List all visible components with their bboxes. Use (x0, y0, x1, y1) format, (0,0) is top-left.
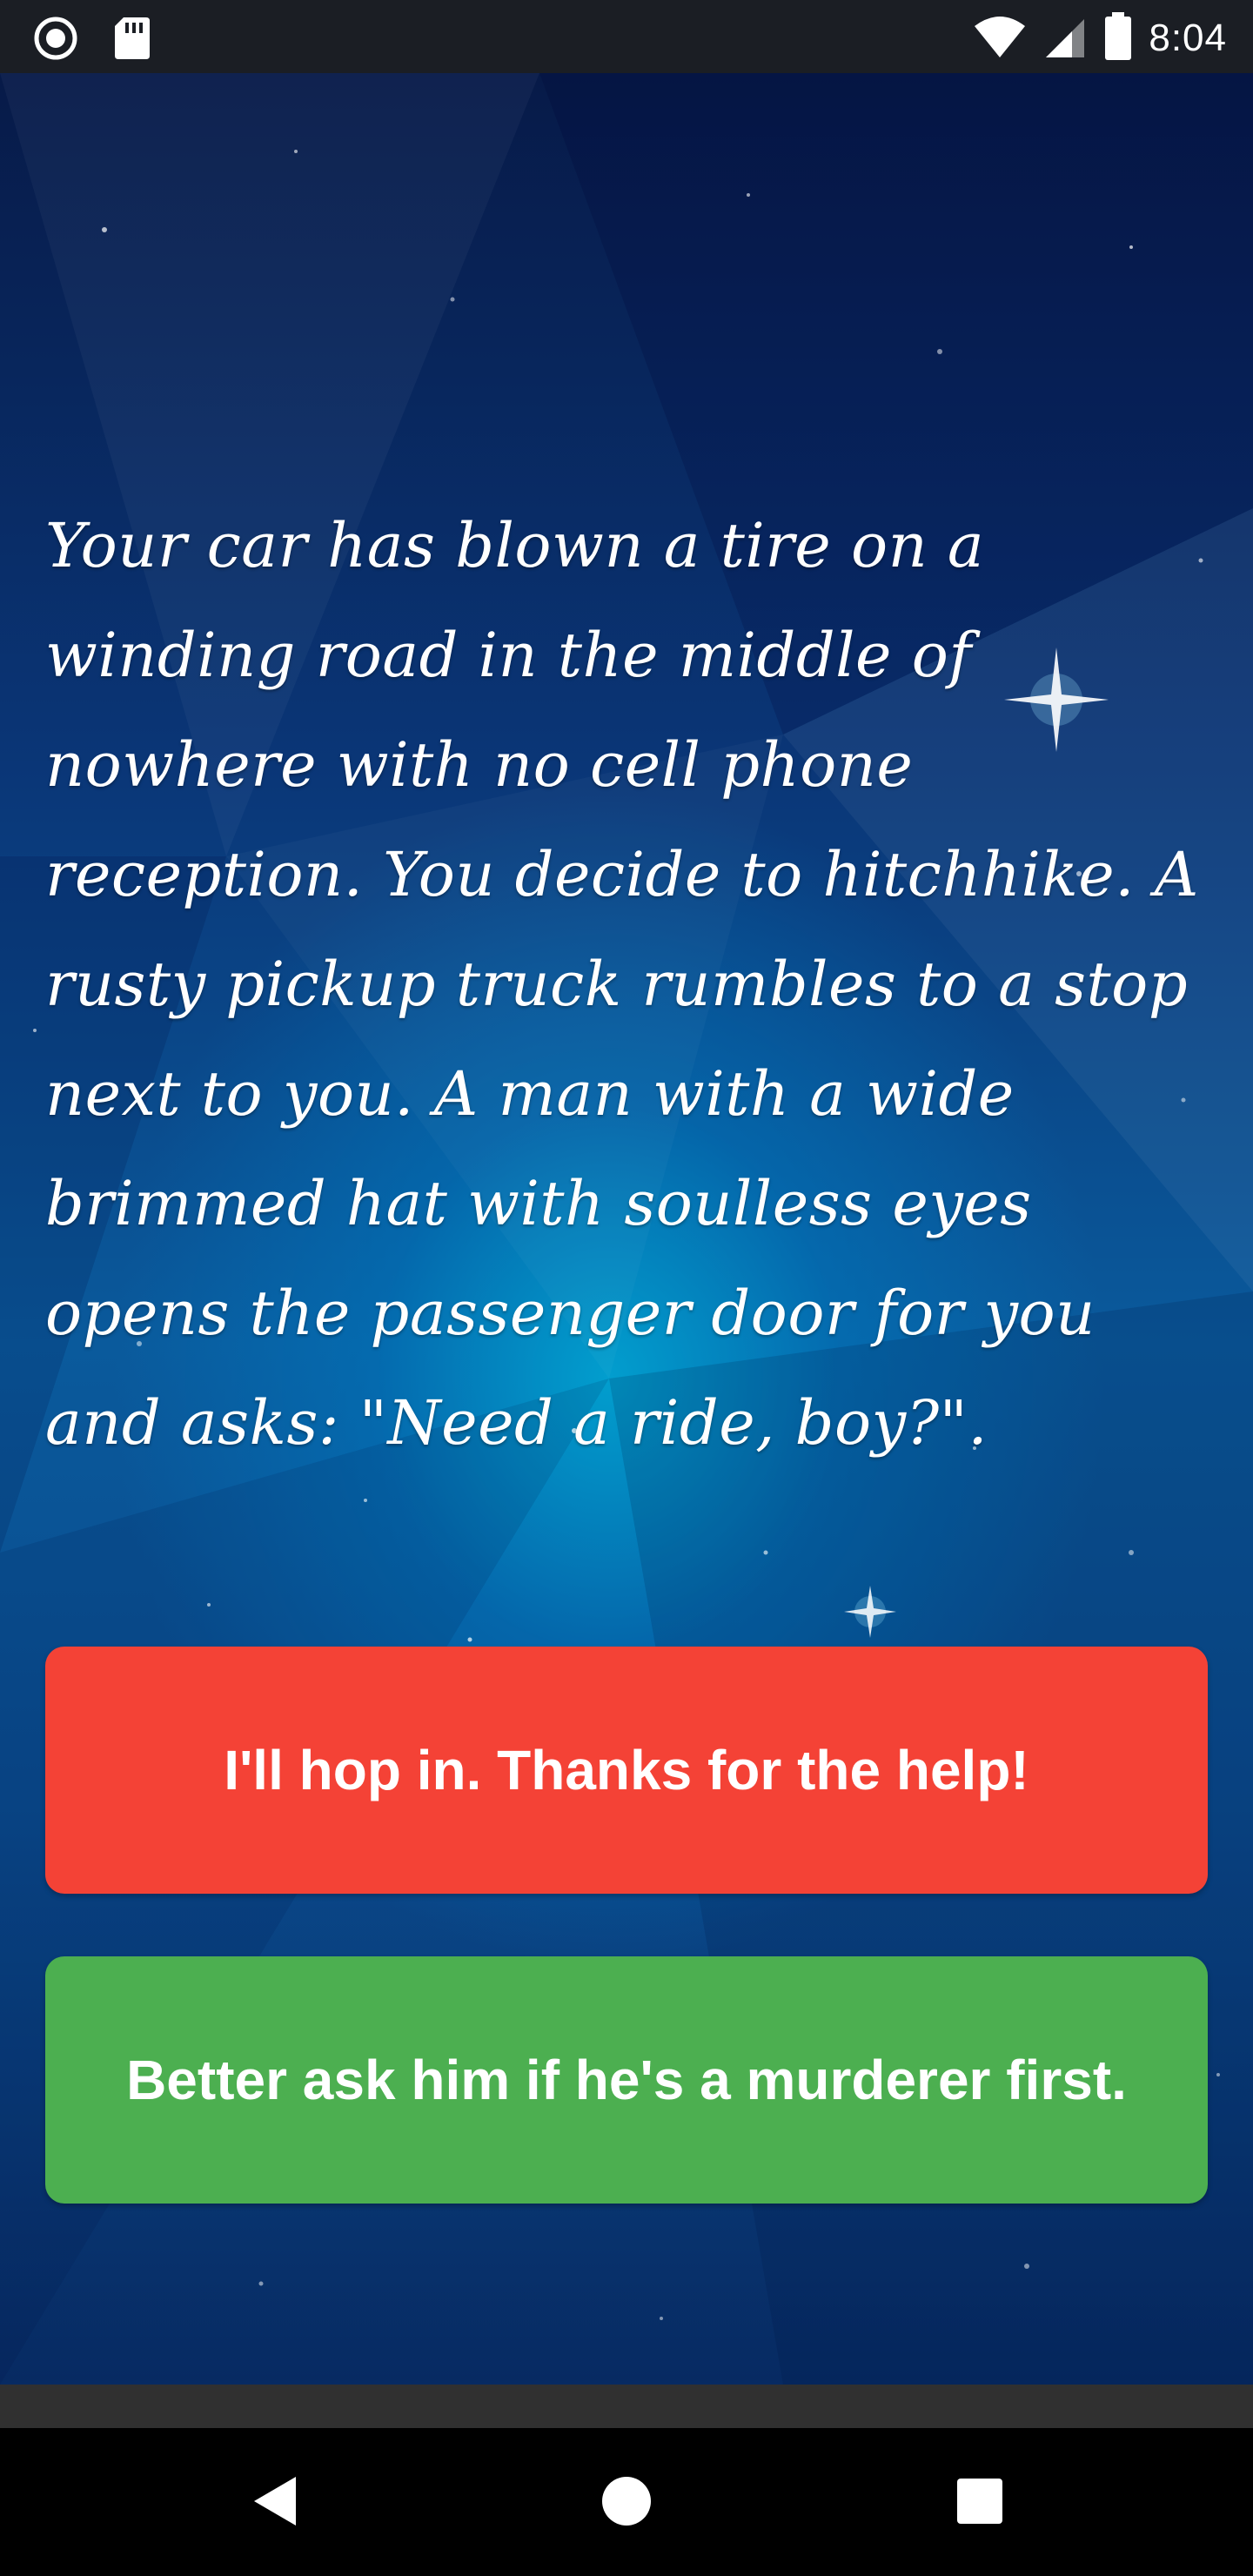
navigation-bar (0, 2428, 1253, 2576)
choice-ask-murderer-button[interactable]: Better ask him if he's a murderer first. (45, 1956, 1208, 2204)
story-text: Your car has blown a tire on a winding r… (45, 510, 1199, 1459)
bottom-strip (0, 2385, 1253, 2428)
recents-button[interactable] (938, 2461, 1022, 2545)
status-right-icons: 8:04 (973, 12, 1227, 64)
choice-hop-in-button[interactable]: I'll hop in. Thanks for the help! (45, 1647, 1208, 1894)
status-time: 8:04 (1149, 17, 1227, 59)
home-button[interactable] (585, 2461, 668, 2545)
home-icon (600, 2475, 653, 2531)
status-bar: 8:04 (0, 0, 1253, 73)
screen: 8:04 Your car has blown a tire on a wind… (0, 0, 1253, 2576)
status-left-icons (33, 16, 151, 64)
signal-icon (1042, 14, 1088, 63)
back-icon (251, 2475, 299, 2531)
sparkle-icon (844, 1586, 896, 1638)
wifi-icon (973, 14, 1027, 63)
battery-icon (1103, 12, 1133, 64)
back-button[interactable] (233, 2461, 317, 2545)
recents-icon (955, 2477, 1004, 2529)
record-icon (33, 16, 78, 64)
sd-card-icon (113, 16, 151, 64)
